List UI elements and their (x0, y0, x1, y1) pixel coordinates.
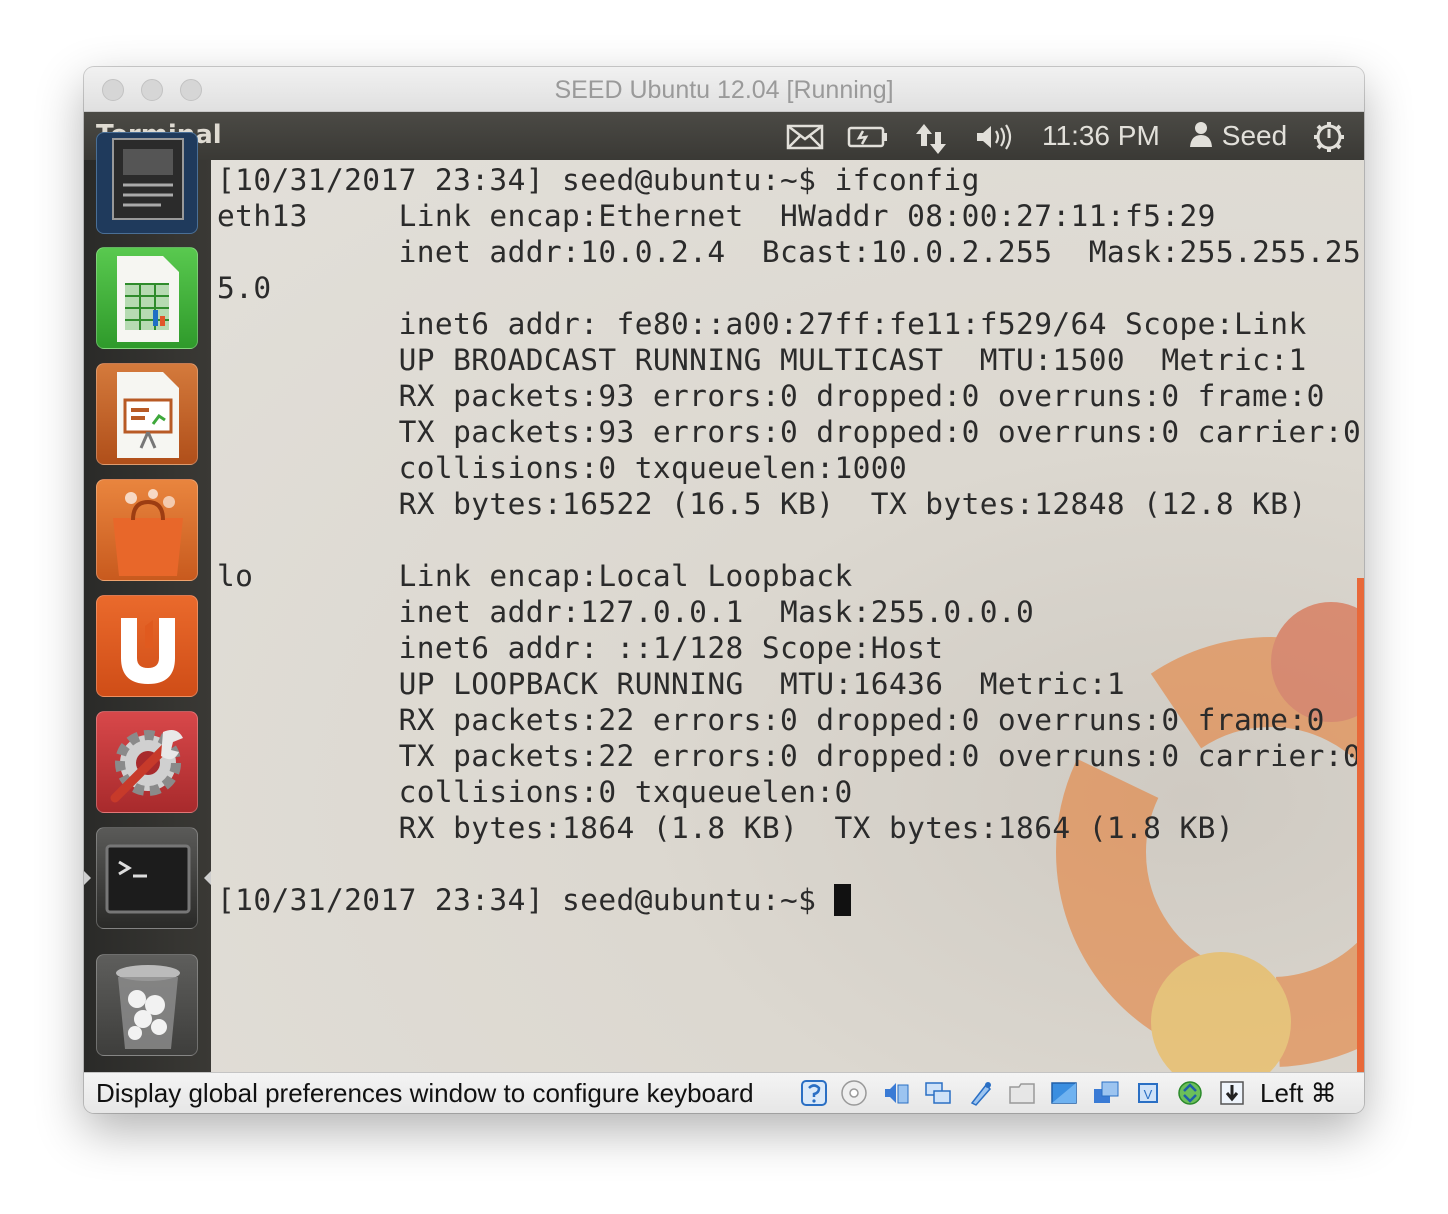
svg-text:V: V (1144, 1087, 1153, 1102)
terminal-lines: [10/31/2017 23:34] seed@ubuntu:~$ ifconf… (217, 163, 1361, 845)
launcher-ubuntu-one[interactable] (96, 595, 198, 697)
status-message: Display global preferences window to con… (96, 1078, 754, 1108)
mail-icon[interactable] (786, 122, 824, 156)
terminal-line: 5.0 (217, 271, 272, 305)
terminal-line: inet addr:10.0.2.4 Bcast:10.0.2.255 Mask… (217, 235, 1362, 269)
optical-drive-icon[interactable] (840, 1079, 868, 1107)
terminal-line: lo Link encap:Local Loopback (217, 559, 853, 593)
mouse-integration-icon[interactable] (1176, 1079, 1204, 1107)
unity-launcher (84, 132, 211, 1072)
active-app-indicator-left (84, 871, 91, 885)
launcher-terminal[interactable] (96, 827, 198, 929)
host-key-arrow-icon[interactable] (1218, 1079, 1246, 1107)
network-adapter-icon[interactable] (924, 1079, 952, 1107)
terminal-line: eth13 Link encap:Ethernet HWaddr 08:00:2… (217, 199, 1216, 233)
volume-icon[interactable] (974, 122, 1018, 158)
display-icon[interactable] (1050, 1079, 1078, 1107)
launcher-software-center[interactable] (96, 479, 198, 581)
window-title: SEED Ubuntu 12.04 [Running] (554, 76, 894, 104)
power-gear-icon[interactable] (1312, 120, 1346, 160)
terminal-line: RX packets:93 errors:0 dropped:0 overrun… (217, 379, 1325, 413)
terminal-line: inet addr:127.0.0.1 Mask:255.0.0.0 (217, 595, 1035, 629)
host-key-label: Left ⌘ (1260, 1078, 1337, 1108)
audio-icon[interactable] (882, 1079, 910, 1107)
terminal-line: collisions:0 txqueuelen:1000 (217, 451, 908, 485)
presentation-icon (117, 372, 179, 458)
terminal-cursor (834, 884, 852, 916)
video-capture-icon[interactable] (1092, 1079, 1120, 1107)
launcher-libreoffice-calc[interactable] (96, 247, 198, 349)
launcher-trash[interactable] (96, 954, 198, 1056)
shopping-bag-icon (113, 489, 183, 576)
document-viewer-icon (112, 138, 184, 220)
terminal-line: inet6 addr: fe80::a00:27ff:fe11:f529/64 … (217, 307, 1307, 341)
keyboard-capture-icon[interactable] (800, 1079, 828, 1107)
terminal-line: RX bytes:16522 (16.5 KB) TX bytes:12848 … (217, 487, 1307, 521)
active-app-indicator-right (204, 871, 211, 885)
cpu-icon[interactable]: V (1134, 1079, 1162, 1107)
panel-user-menu[interactable]: Seed (1188, 120, 1287, 152)
terminal-prompt: [10/31/2017 23:34] seed@ubuntu:~$ (217, 883, 835, 917)
launcher-system-settings[interactable] (96, 711, 198, 813)
virtualbox-window: SEED Ubuntu 12.04 [Running] Terminal 11:… (84, 67, 1364, 1113)
terminal-view[interactable]: [10/31/2017 23:34] seed@ubuntu:~$ ifconf… (211, 160, 1364, 1072)
terminal-icon (105, 844, 191, 914)
battery-icon[interactable] (847, 122, 889, 156)
terminal-line: RX packets:22 errors:0 dropped:0 overrun… (217, 703, 1325, 737)
top-panel: Terminal 11:36 PM Seed (84, 112, 1364, 160)
user-icon (1190, 122, 1212, 147)
terminal-line: TX packets:93 errors:0 dropped:0 overrun… (217, 415, 1362, 449)
terminal-output: [10/31/2017 23:34] seed@ubuntu:~$ ifconf… (217, 162, 1361, 918)
terminal-line: RX bytes:1864 (1.8 KB) TX bytes:1864 (1.… (217, 811, 1234, 845)
network-icon[interactable] (914, 122, 950, 162)
terminal-line: TX packets:22 errors:0 dropped:0 overrun… (217, 739, 1362, 773)
launcher-libreoffice-impress[interactable] (96, 363, 198, 465)
usb-icon[interactable] (966, 1079, 994, 1107)
launcher-document-viewer[interactable] (96, 132, 198, 234)
settings-wrench-icon (110, 730, 183, 803)
shared-folder-icon[interactable] (1008, 1079, 1036, 1107)
terminal-line: UP BROADCAST RUNNING MULTICAST MTU:1500 … (217, 343, 1307, 377)
spreadsheet-icon (117, 256, 179, 342)
terminal-line: collisions:0 txqueuelen:0 (217, 775, 853, 809)
ubuntu-one-icon (121, 618, 175, 684)
trash-icon (116, 965, 180, 1049)
panel-user-name: Seed (1221, 120, 1288, 151)
terminal-line: UP LOOPBACK RUNNING MTU:16436 Metric:1 (217, 667, 1126, 701)
window-titlebar[interactable]: SEED Ubuntu 12.04 [Running] (84, 67, 1364, 112)
terminal-line: inet6 addr: ::1/128 Scope:Host (217, 631, 944, 665)
panel-clock[interactable]: 11:36 PM (1042, 120, 1160, 152)
terminal-scroll-indicator[interactable] (1357, 578, 1364, 1072)
terminal-line: [10/31/2017 23:34] seed@ubuntu:~$ ifconf… (217, 163, 980, 197)
vm-status-bar: Display global preferences window to con… (84, 1072, 1364, 1113)
